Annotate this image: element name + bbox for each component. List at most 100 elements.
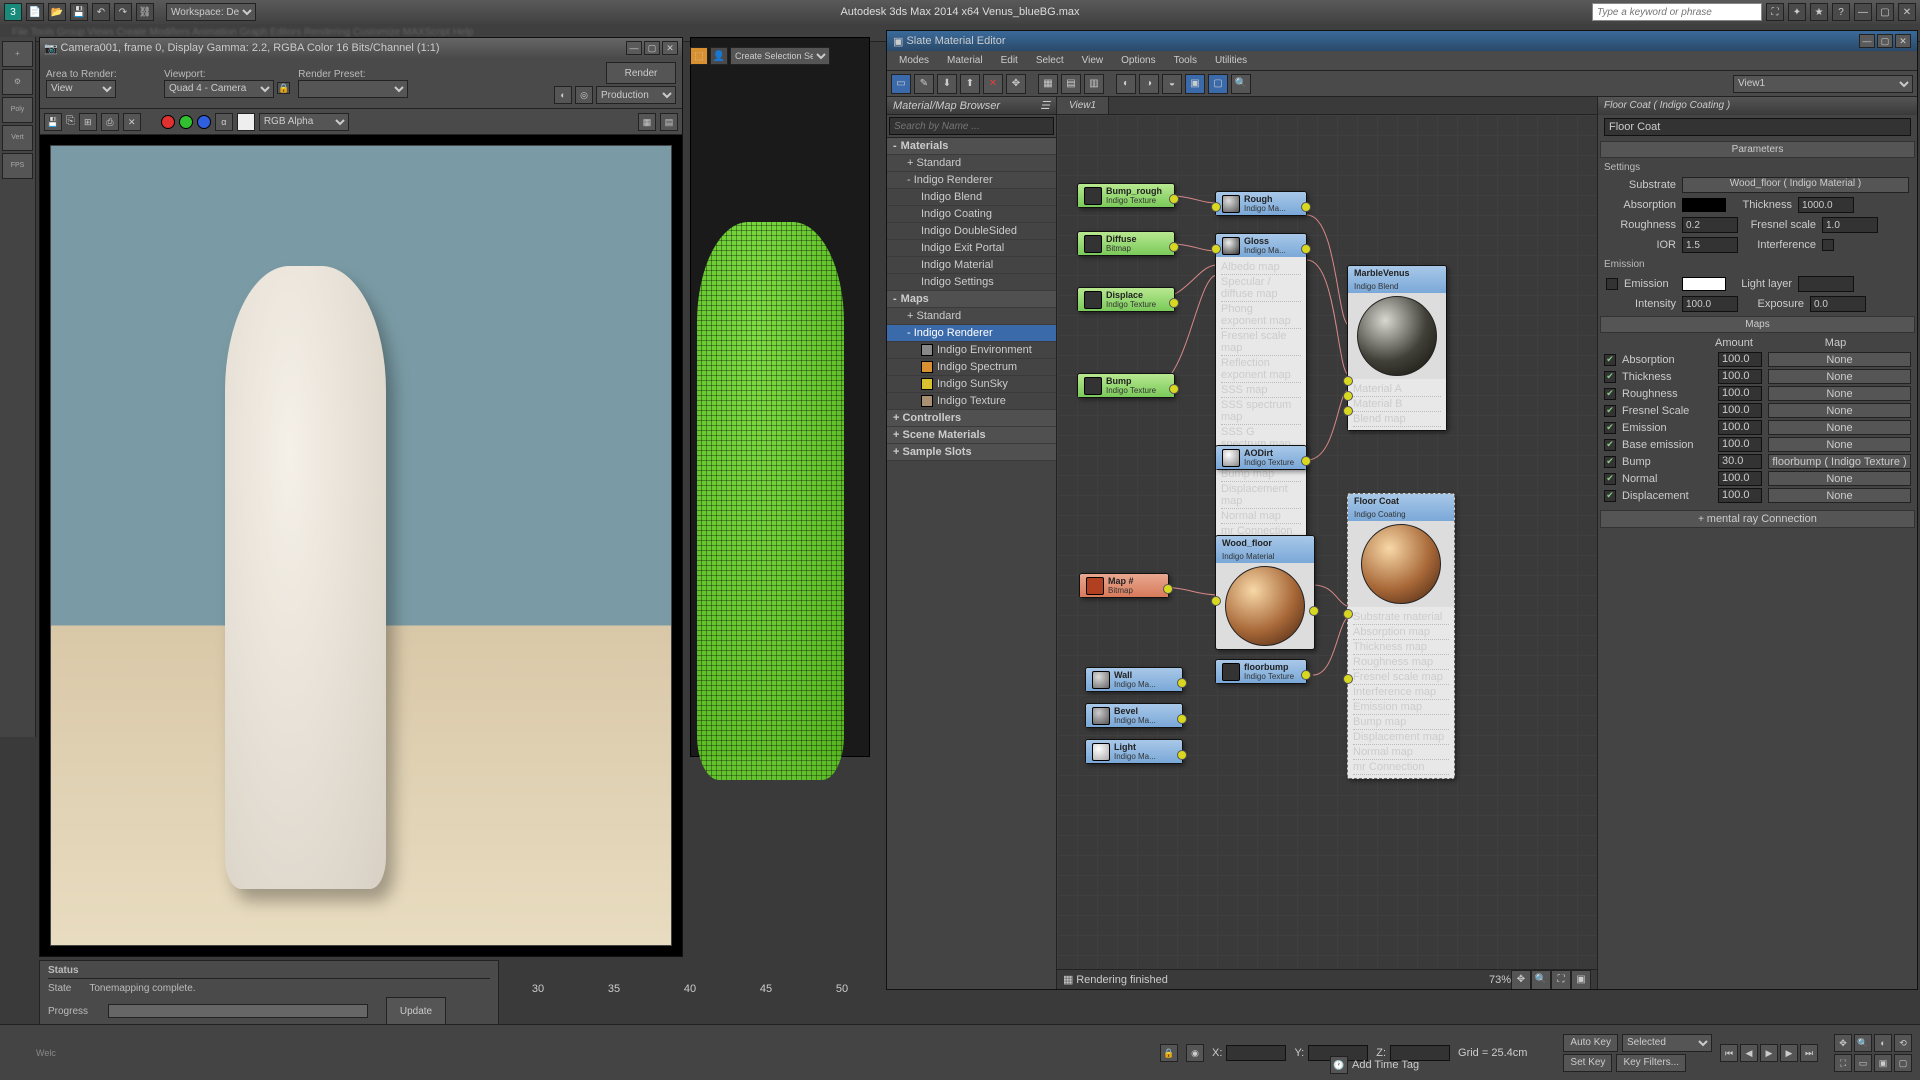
nav-zoom-icon[interactable]: 🔍: [1854, 1034, 1872, 1052]
save-img-icon[interactable]: 💾: [44, 113, 62, 131]
toggle-b-icon[interactable]: ▤: [660, 113, 678, 131]
redo-icon[interactable]: ↷: [114, 3, 132, 21]
zoom-tool-1[interactable]: ✥: [1511, 970, 1531, 990]
tool-pick[interactable]: ✎: [914, 74, 934, 94]
preset-select[interactable]: [298, 80, 408, 98]
lightlayer-spinner[interactable]: [1798, 276, 1854, 292]
tool-apply[interactable]: ⬆: [960, 74, 980, 94]
tool-layout2[interactable]: ▤: [1061, 74, 1081, 94]
selection-set-select[interactable]: Create Selection Se: [730, 47, 830, 65]
viewport-3d[interactable]: [690, 37, 870, 757]
exposure-spinner[interactable]: 0.0: [1810, 296, 1866, 312]
addtime-label[interactable]: Add Time Tag: [1352, 1059, 1419, 1071]
minimize-icon[interactable]: —: [1854, 3, 1872, 21]
green-channel[interactable]: [179, 115, 193, 129]
help-search-input[interactable]: [1592, 3, 1762, 21]
info-icon[interactable]: ?: [1832, 3, 1850, 21]
viewport-select[interactable]: Quad 4 - Camera: [164, 80, 274, 98]
thickness-spinner[interactable]: 1000.0: [1798, 197, 1854, 213]
clone-icon[interactable]: ⊞: [79, 113, 97, 131]
node-marble-venus[interactable]: MarbleVenusIndigo Blend Material AMateri…: [1347, 265, 1447, 431]
render-window-title[interactable]: 📷 Camera001, frame 0, Display Gamma: 2.2…: [40, 38, 682, 58]
tree-sample-slots[interactable]: + Sample Slots: [887, 444, 1056, 461]
tree-maps-standard[interactable]: + Standard: [887, 308, 1056, 325]
tree-indigo-exitportal[interactable]: Indigo Exit Portal: [887, 240, 1056, 257]
roughness-spinner[interactable]: 0.2: [1682, 217, 1738, 233]
menu-select[interactable]: Select: [1028, 53, 1072, 68]
play-icon[interactable]: ▶: [1760, 1044, 1778, 1062]
fresnel-spinner[interactable]: 1.0: [1822, 217, 1878, 233]
slate-minimize[interactable]: —: [1859, 34, 1875, 48]
zoom-tool-3[interactable]: ⛶: [1551, 970, 1571, 990]
help-icon[interactable]: ⛶: [1766, 3, 1784, 21]
node-graph-canvas[interactable]: Bump_roughIndigo Texture DiffuseBitmap D…: [1057, 115, 1597, 969]
new-icon[interactable]: 📄: [26, 3, 44, 21]
tool-show2[interactable]: ▢: [1208, 74, 1228, 94]
browser-search-input[interactable]: [889, 117, 1054, 135]
next-frame-icon[interactable]: ▶: [1780, 1044, 1798, 1062]
menu-options[interactable]: Options: [1113, 53, 1163, 68]
tree-indigo-material[interactable]: Indigo Material: [887, 257, 1056, 274]
vp-tool-b[interactable]: 👤: [710, 47, 728, 65]
print-icon[interactable]: ⎙: [101, 113, 119, 131]
slate-maximize[interactable]: ▢: [1877, 34, 1893, 48]
cp-poly[interactable]: Poly: [2, 97, 33, 123]
emission-checkbox[interactable]: [1606, 278, 1618, 290]
section-maps[interactable]: Maps: [1600, 316, 1915, 333]
undo-icon[interactable]: ↶: [92, 3, 110, 21]
lock-selection-icon[interactable]: 🔒: [1160, 1044, 1178, 1062]
close-icon[interactable]: ✕: [1898, 3, 1916, 21]
nav-min-icon[interactable]: ▢: [1894, 1054, 1912, 1072]
menu-view[interactable]: View: [1074, 53, 1112, 68]
tool-nav2[interactable]: ◑: [1139, 74, 1159, 94]
production-select[interactable]: Production: [596, 86, 676, 104]
node-map8[interactable]: Map #Bitmap: [1079, 573, 1169, 598]
open-icon[interactable]: 📂: [48, 3, 66, 21]
tool-layout1[interactable]: ▦: [1038, 74, 1058, 94]
interference-checkbox[interactable]: [1822, 239, 1834, 251]
node-aodirt[interactable]: AODirtIndigo Texture: [1215, 445, 1307, 470]
intensity-spinner[interactable]: 100.0: [1682, 296, 1738, 312]
section-mentalray[interactable]: + mental ray Connection: [1600, 510, 1915, 528]
clear-icon[interactable]: ✕: [123, 113, 141, 131]
toggle-a-icon[interactable]: ▦: [638, 113, 656, 131]
coord-x-input[interactable]: [1226, 1045, 1286, 1061]
view-select[interactable]: View1: [1733, 75, 1913, 93]
menu-modes[interactable]: Modes: [891, 53, 937, 68]
rw-minimize[interactable]: —: [626, 41, 642, 55]
update-button[interactable]: Update: [386, 997, 446, 1025]
link-icon[interactable]: ⛓: [136, 3, 154, 21]
app-icon[interactable]: 3: [4, 3, 22, 21]
tool-assign[interactable]: ⬇: [937, 74, 957, 94]
tool-move[interactable]: ✥: [1006, 74, 1026, 94]
cp-vert[interactable]: Vert: [2, 125, 33, 151]
fav-icon[interactable]: ★: [1810, 3, 1828, 21]
view-tab-1[interactable]: View1: [1057, 97, 1109, 114]
absorption-swatch[interactable]: [1682, 198, 1726, 212]
cp-create[interactable]: +: [2, 41, 33, 67]
navigator-icon[interactable]: ▦: [1063, 973, 1073, 986]
render-button[interactable]: Render: [606, 62, 676, 84]
substrate-button[interactable]: Wood_floor ( Indigo Material ): [1682, 177, 1909, 193]
teapot-icon[interactable]: ◐: [554, 86, 572, 104]
node-displace[interactable]: DisplaceIndigo Texture: [1077, 287, 1175, 312]
area-render-select[interactable]: View: [46, 80, 116, 98]
section-parameters[interactable]: Parameters: [1600, 141, 1915, 158]
menu-utilities[interactable]: Utilities: [1207, 53, 1255, 68]
menu-material[interactable]: Material: [939, 53, 991, 68]
tree-standard[interactable]: + Standard: [887, 155, 1056, 172]
region-icon[interactable]: ◎: [575, 86, 593, 104]
node-bevel[interactable]: BevelIndigo Ma...: [1085, 703, 1183, 728]
material-name-input[interactable]: [1604, 118, 1911, 136]
node-wood-floor[interactable]: Wood_floorIndigo Material: [1215, 535, 1315, 650]
red-channel[interactable]: [161, 115, 175, 129]
maximize-icon[interactable]: ▢: [1876, 3, 1894, 21]
copy-icon[interactable]: ⎘: [66, 115, 75, 128]
node-bump-rough[interactable]: Bump_roughIndigo Texture: [1077, 183, 1175, 208]
zoom-tool-4[interactable]: ▣: [1571, 970, 1591, 990]
node-wall[interactable]: WallIndigo Ma...: [1085, 667, 1183, 692]
tool-nav3[interactable]: ◒: [1162, 74, 1182, 94]
timeline-ruler[interactable]: 30 35 40 45 50: [500, 978, 880, 1000]
tree-indigo-env[interactable]: Indigo Environment: [887, 342, 1056, 359]
blue-channel[interactable]: [197, 115, 211, 129]
